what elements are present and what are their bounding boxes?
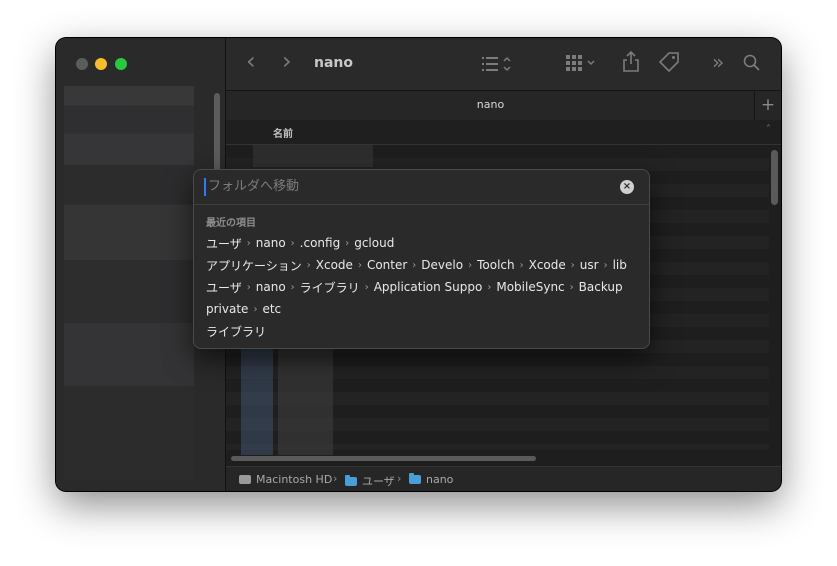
- path-separator: ›: [412, 259, 417, 271]
- close-window-button[interactable]: [76, 58, 88, 70]
- recent-path-segment: lib: [612, 258, 627, 272]
- path-separator: ›: [290, 281, 295, 293]
- path-separator: ›: [570, 259, 575, 271]
- path-item-users[interactable]: ユーザ: [345, 473, 395, 489]
- recent-path-segment: etc: [262, 302, 282, 316]
- path-separator: ›: [290, 237, 295, 249]
- recent-path-segment: MobileSync: [496, 280, 565, 294]
- path-separator: ›: [397, 472, 402, 485]
- path-separator: ›: [345, 237, 350, 249]
- path-separator: ›: [603, 259, 608, 271]
- tab-nano[interactable]: nano: [226, 98, 755, 111]
- list-view-icon[interactable]: [482, 55, 512, 78]
- disk-icon: [239, 475, 251, 484]
- recent-item[interactable]: アプリケーション › Xcode › Conter › Develo › Toolch › Xcod…: [206, 255, 636, 275]
- sidebar-items-blurred: [64, 86, 194, 481]
- recent-path-segment: ライブラリ: [206, 324, 267, 339]
- folder-icon: [409, 473, 421, 484]
- recent-path-segment: Xcode: [315, 258, 353, 272]
- recent-path-segment: Xcode: [528, 258, 566, 272]
- clear-icon[interactable]: ×: [620, 180, 634, 194]
- recent-path-segment: ユーザ: [206, 280, 242, 295]
- chevron-left-icon[interactable]: ‹: [246, 47, 256, 75]
- recent-item[interactable]: private › etc: [206, 299, 636, 319]
- path-label: Macintosh HD: [256, 473, 333, 486]
- folder-path-input[interactable]: フォルダへ移動: [204, 178, 588, 196]
- path-separator: ›: [333, 472, 338, 485]
- window-title: nano: [314, 55, 353, 71]
- blurred-row: [241, 345, 273, 455]
- path-separator: ›: [246, 281, 251, 293]
- recent-item[interactable]: ユーザ › nano › .config › gcloud: [206, 233, 636, 253]
- path-label: nano: [426, 473, 454, 486]
- go-to-folder-dialog: フォルダへ移動 × 最近の項目 ユーザ › nano › .config › gcloud …: [193, 169, 650, 349]
- recent-item[interactable]: ライブラリ: [206, 321, 636, 341]
- path-separator: ›: [569, 281, 574, 293]
- horizontal-scrollbar[interactable]: [231, 456, 536, 461]
- recent-path-segment: Conter: [366, 258, 408, 272]
- grid-view-icon[interactable]: [566, 54, 600, 77]
- recent-path-segment: ライブラリ: [299, 280, 360, 295]
- chevron-right-icon[interactable]: ›: [282, 47, 292, 75]
- recent-path-segment: Backup: [578, 280, 623, 294]
- path-bar: Macintosh HD › ユーザ › nano: [226, 466, 781, 491]
- recent-item[interactable]: ユーザ › nano › ライブラリ › Application Suppo › MobileS…: [206, 277, 636, 297]
- recent-path-segment: .config: [299, 236, 341, 250]
- path-separator: ›: [519, 259, 524, 271]
- column-name-header[interactable]: 名前: [273, 125, 293, 140]
- minimize-window-button[interactable]: [95, 58, 107, 70]
- recent-path-segment: Develo: [421, 258, 464, 272]
- recent-path-segment: ユーザ: [206, 236, 242, 251]
- folder-icon: [345, 474, 357, 486]
- path-separator: ›: [357, 259, 362, 271]
- recent-path-segment: Application Suppo: [373, 280, 483, 294]
- search-icon[interactable]: [743, 54, 761, 77]
- recent-path-segment: nano: [255, 236, 286, 250]
- path-separator: ›: [246, 237, 251, 249]
- recent-path-segment: Toolch: [477, 258, 515, 272]
- more-toolbar-icon[interactable]: »: [712, 50, 724, 74]
- path-separator: ›: [253, 303, 258, 315]
- share-icon[interactable]: [622, 50, 640, 78]
- tab-bar: nano +: [226, 90, 781, 121]
- column-header: 名前 ˄: [226, 120, 781, 145]
- blurred-row: [278, 345, 333, 455]
- path-separator: ›: [306, 259, 311, 271]
- path-separator: ›: [364, 281, 369, 293]
- toolbar: ‹ › nano »: [226, 38, 781, 90]
- tag-icon[interactable]: [658, 51, 680, 78]
- path-separator: ›: [487, 281, 492, 293]
- divider: [194, 204, 649, 205]
- recent-path-segment: nano: [255, 280, 286, 294]
- path-item-nano[interactable]: nano: [409, 473, 453, 486]
- recent-path-segment: gcloud: [354, 236, 395, 250]
- new-tab-button[interactable]: +: [754, 91, 781, 120]
- chevron-up-icon[interactable]: ˄: [766, 124, 771, 135]
- recent-path-segment: private: [206, 302, 249, 316]
- zoom-window-button[interactable]: [115, 58, 127, 70]
- blurred-row: [253, 145, 373, 167]
- path-label: ユーザ: [362, 475, 395, 488]
- vertical-scrollbar[interactable]: [771, 150, 778, 205]
- recents-heading: 最近の項目: [206, 218, 256, 229]
- recent-path-segment: usr: [579, 258, 599, 272]
- path-separator: ›: [468, 259, 473, 271]
- recent-path-segment: アプリケーション: [206, 258, 302, 273]
- path-item-disk[interactable]: Macintosh HD: [239, 473, 332, 486]
